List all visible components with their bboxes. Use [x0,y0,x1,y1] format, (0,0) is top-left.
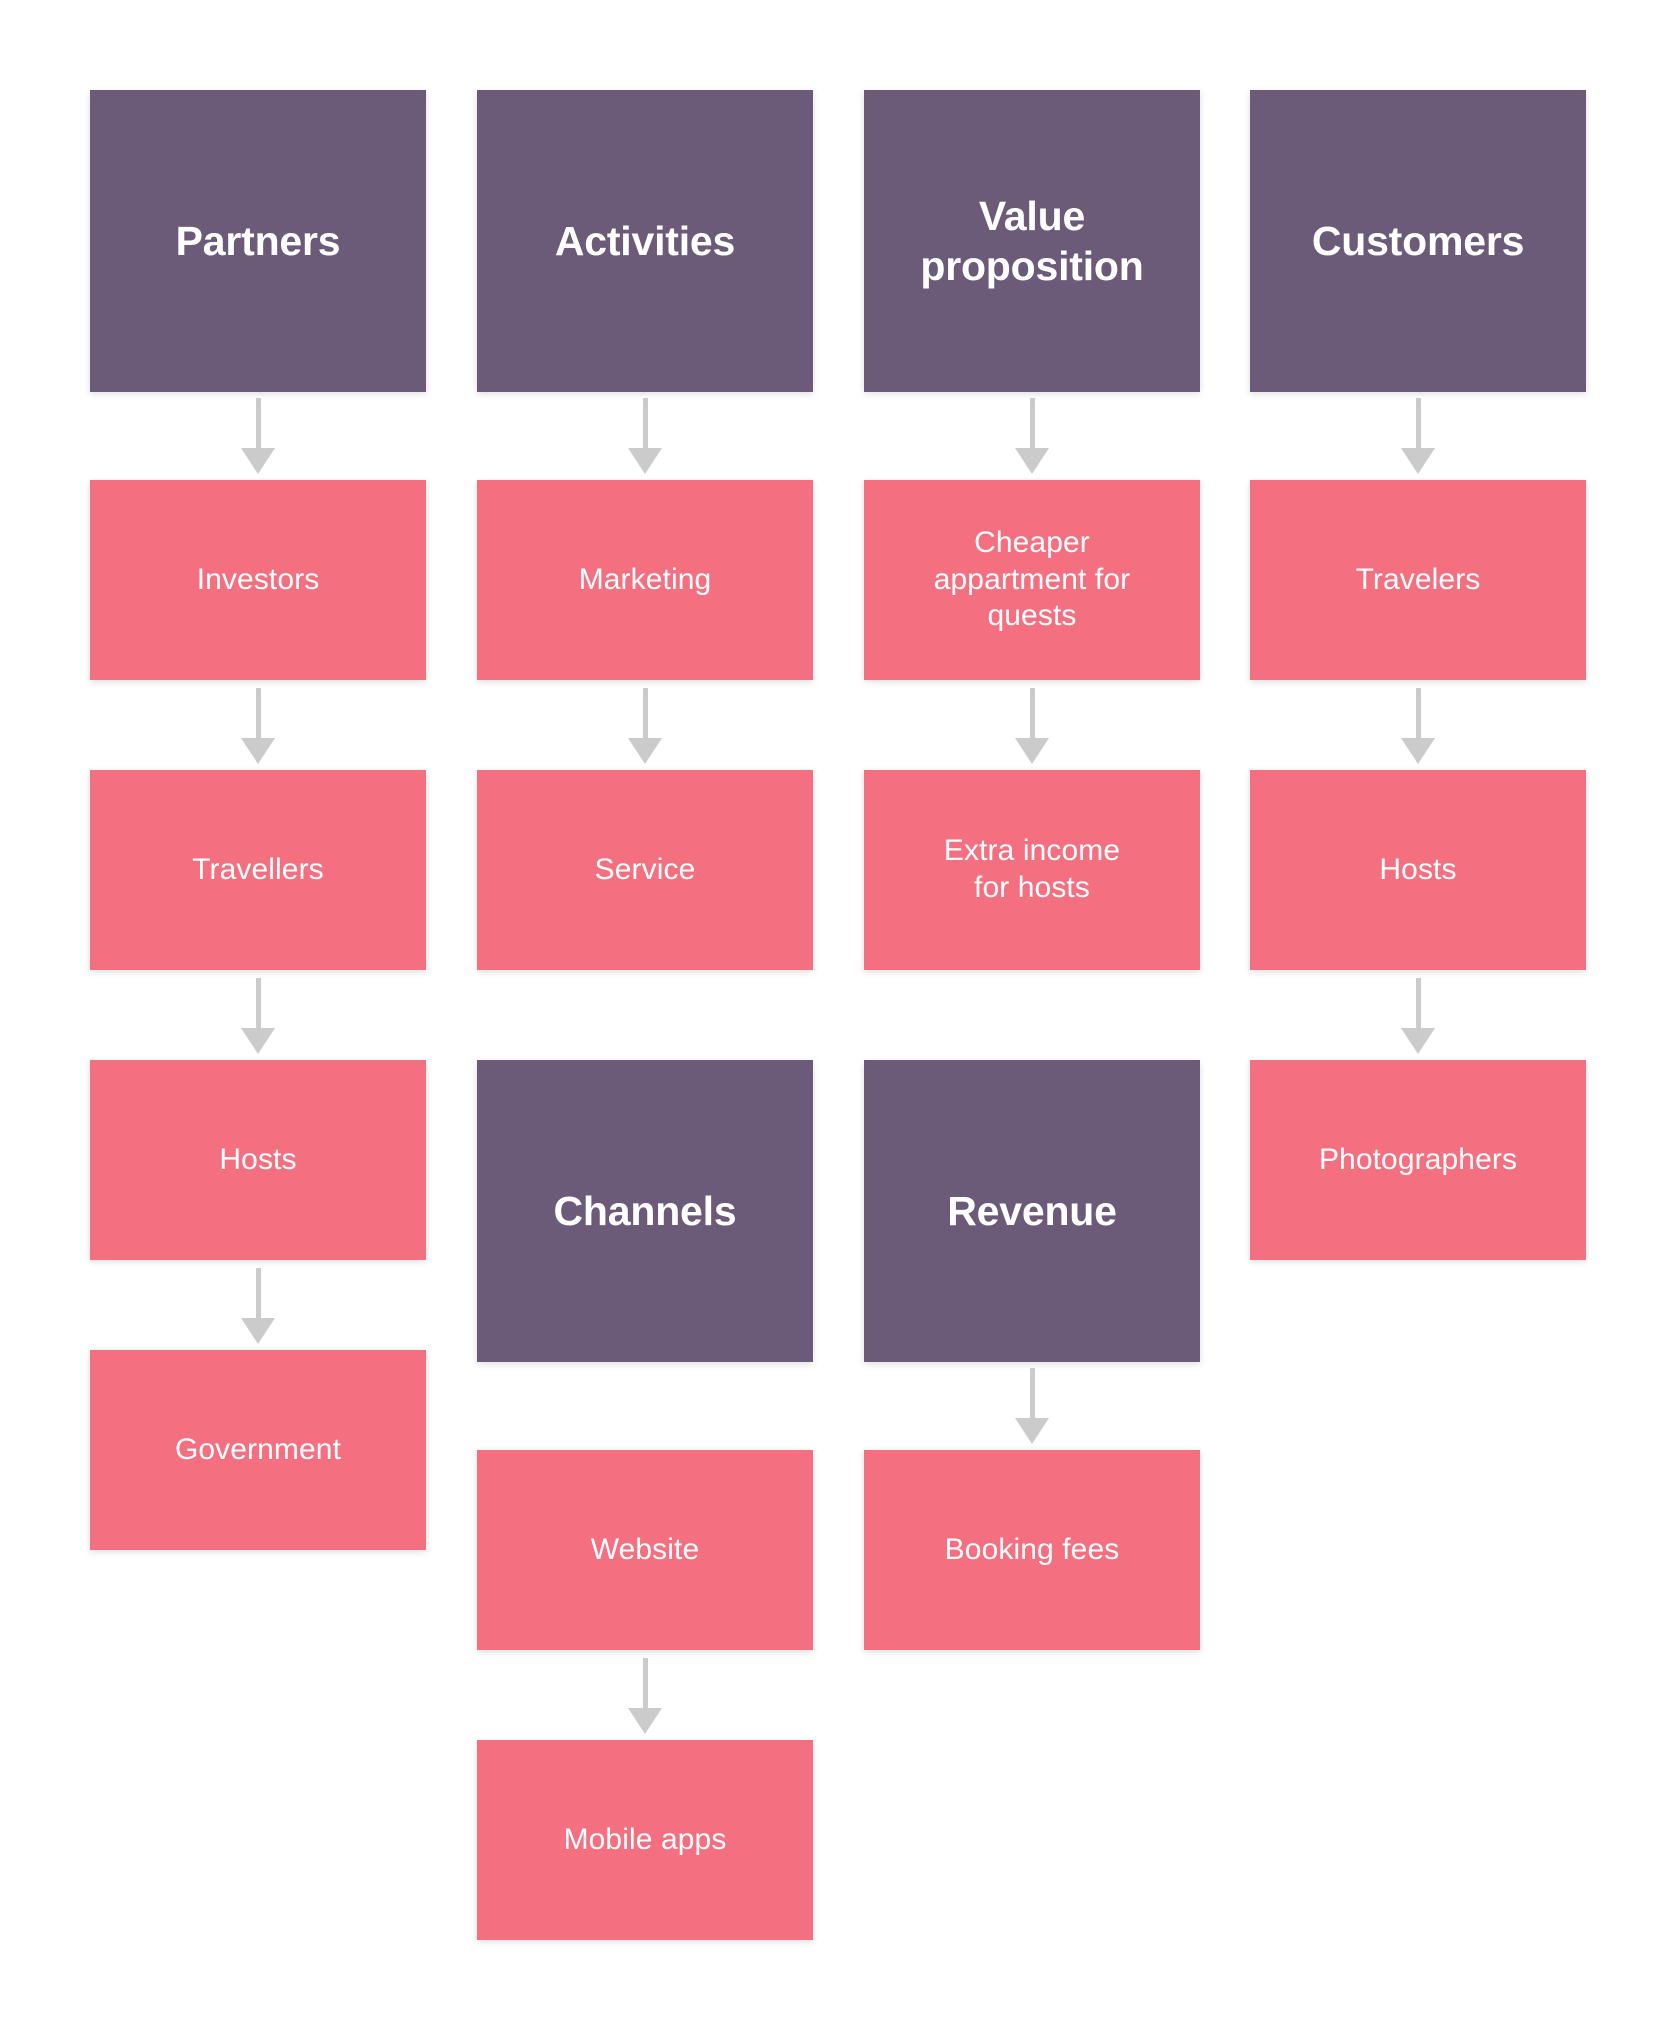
item-label-mobile-apps: Mobile apps [563,1822,727,1856]
arrow-head [1015,738,1049,764]
arrow-travellers-to-hosts [238,978,278,1054]
arrow-investors-to-travellers [238,688,278,764]
arrow-value-to-cheaper-appartment [1012,398,1052,474]
header-box-partners[interactable]: Partners [90,90,426,392]
arrow-stem [255,1268,261,1322]
arrow-stem [255,398,261,452]
arrow-head [1015,1418,1049,1444]
item-box-website[interactable]: Website [477,1450,813,1650]
arrow-head [241,738,275,764]
arrow-stem [1029,688,1035,742]
item-label-booking-fees: Booking fees [944,1532,1120,1566]
header-box-activities[interactable]: Activities [477,90,813,392]
arrow-marketing-to-service [625,688,665,764]
header-label-customers: Customers [1311,217,1525,264]
arrow-head [1401,738,1435,764]
item-box-investors[interactable]: Investors [90,480,426,680]
arrow-stem [642,688,648,742]
arrow-head [241,448,275,474]
header-label-value-line2: proposition [920,243,1144,289]
arrow-cheaper-to-extra-income [1012,688,1052,764]
item-label-cheaper-line3: quests [987,599,1077,633]
arrow-head [1015,448,1049,474]
arrow-revenue-to-booking-fees [1012,1368,1052,1444]
arrow-stem [1029,1368,1035,1422]
arrow-hosts-to-government [238,1268,278,1344]
arrow-head [241,1318,275,1344]
item-label-extra-income-line1: Extra income [943,834,1121,868]
arrow-head [628,448,662,474]
header-label-value-proposition: Value proposition [920,191,1143,291]
header-box-value-proposition[interactable]: Value proposition [864,90,1200,392]
header-box-revenue[interactable]: Revenue [864,1060,1200,1362]
arrow-website-to-mobile-apps [625,1658,665,1734]
item-label-service: Service [594,852,696,886]
item-box-travellers[interactable]: Travellers [90,770,426,970]
arrow-stem [642,398,648,452]
item-label-extra-income: Extra income for hosts [944,833,1120,906]
arrow-travelers-to-hosts [1398,688,1438,764]
item-label-travelers: Travelers [1355,562,1481,596]
item-box-hosts-customers[interactable]: Hosts [1250,770,1586,970]
item-label-hosts-customers: Hosts [1379,852,1457,886]
item-box-booking-fees[interactable]: Booking fees [864,1450,1200,1650]
item-label-travellers: Travellers [192,852,324,886]
arrow-stem [255,978,261,1032]
arrow-partners-to-investors [238,398,278,474]
arrow-stem [255,688,261,742]
header-box-channels[interactable]: Channels [477,1060,813,1362]
header-label-activities: Activities [554,217,736,264]
item-label-photographers: Photographers [1318,1142,1518,1176]
arrow-head [1401,448,1435,474]
item-box-photographers[interactable]: Photographers [1250,1060,1586,1260]
arrow-head [628,738,662,764]
item-label-hosts-partners: Hosts [219,1142,297,1176]
arrow-head [241,1028,275,1054]
item-box-marketing[interactable]: Marketing [477,480,813,680]
item-label-website: Website [590,1532,700,1566]
arrow-head [628,1708,662,1734]
header-label-revenue: Revenue [947,1187,1117,1234]
item-box-extra-income[interactable]: Extra income for hosts [864,770,1200,970]
item-box-government[interactable]: Government [90,1350,426,1550]
arrow-stem [1415,978,1421,1032]
arrow-stem [1029,398,1035,452]
arrow-head [1401,1028,1435,1054]
arrow-stem [1415,688,1421,742]
item-box-service[interactable]: Service [477,770,813,970]
diagram-canvas: Partners Investors Travellers Hosts Gove… [0,0,1678,2030]
header-label-value-line1: Value [978,192,1086,239]
header-box-customers[interactable]: Customers [1250,90,1586,392]
item-label-government: Government [174,1432,342,1466]
item-label-cheaper-appartment: Cheaper appartment for quests [934,525,1131,635]
item-box-hosts-partners[interactable]: Hosts [90,1060,426,1260]
header-label-partners: Partners [175,217,341,264]
arrow-hosts-to-photographers [1398,978,1438,1054]
item-label-investors: Investors [196,562,320,596]
arrow-activities-to-marketing [625,398,665,474]
arrow-stem [642,1658,648,1712]
item-label-cheaper-line1: Cheaper [974,526,1090,560]
item-box-travelers[interactable]: Travelers [1250,480,1586,680]
item-box-cheaper-appartment[interactable]: Cheaper appartment for quests [864,480,1200,680]
item-box-mobile-apps[interactable]: Mobile apps [477,1740,813,1940]
header-label-channels: Channels [553,1187,737,1234]
arrow-stem [1415,398,1421,452]
item-label-cheaper-line2: appartment for [933,562,1131,596]
arrow-customers-to-travelers [1398,398,1438,474]
item-label-marketing: Marketing [578,562,712,596]
item-label-extra-income-line2: for hosts [974,871,1090,904]
